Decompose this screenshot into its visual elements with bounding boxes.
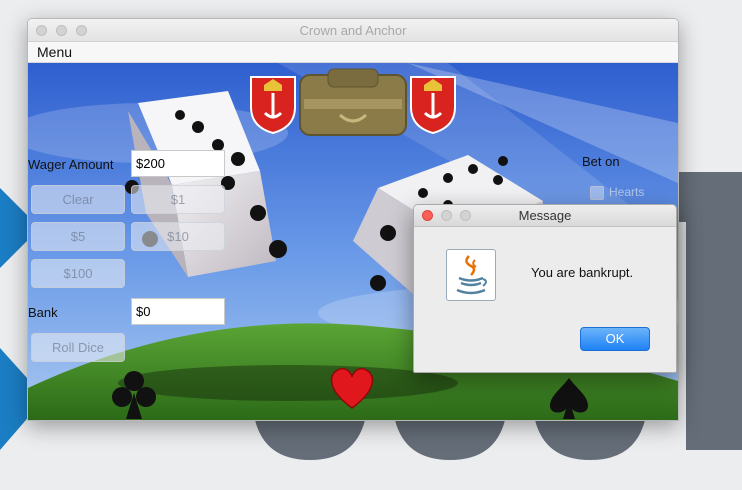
bet-on-label: Bet on	[582, 154, 620, 169]
hearts-checkbox[interactable]	[590, 186, 604, 200]
bank-field: $0	[131, 298, 225, 325]
add-1-button[interactable]: $1	[131, 185, 225, 214]
hearts-label: Hearts	[609, 185, 645, 199]
menu[interactable]: Menu	[37, 44, 72, 60]
roll-dice-button[interactable]: Roll Dice	[31, 333, 125, 362]
dialog-message: You are bankrupt.	[531, 265, 634, 280]
ok-button[interactable]: OK	[580, 327, 650, 351]
title-bar: Crown and Anchor	[28, 19, 678, 42]
add-100-button[interactable]: $100	[31, 259, 125, 288]
crown-and-anchor-logo	[299, 68, 407, 136]
dialog-title-bar: Message	[414, 205, 676, 227]
dialog-title: Message	[518, 208, 572, 223]
window-title: Crown and Anchor	[299, 23, 407, 38]
java-icon	[446, 249, 496, 301]
message-dialog: Message You are bankrupt. OK	[413, 204, 677, 373]
wager-amount-input[interactable]: $200	[131, 150, 225, 177]
menu-bar: Menu	[28, 42, 678, 63]
crest-icon	[250, 76, 296, 135]
wager-amount-label: Wager Amount	[28, 157, 114, 172]
add-10-button[interactable]: $10	[131, 222, 225, 251]
bank-label: Bank	[28, 305, 58, 320]
clear-button[interactable]: Clear	[31, 185, 125, 214]
add-5-button[interactable]: $5	[31, 222, 125, 251]
crest-icon-right	[410, 76, 456, 135]
